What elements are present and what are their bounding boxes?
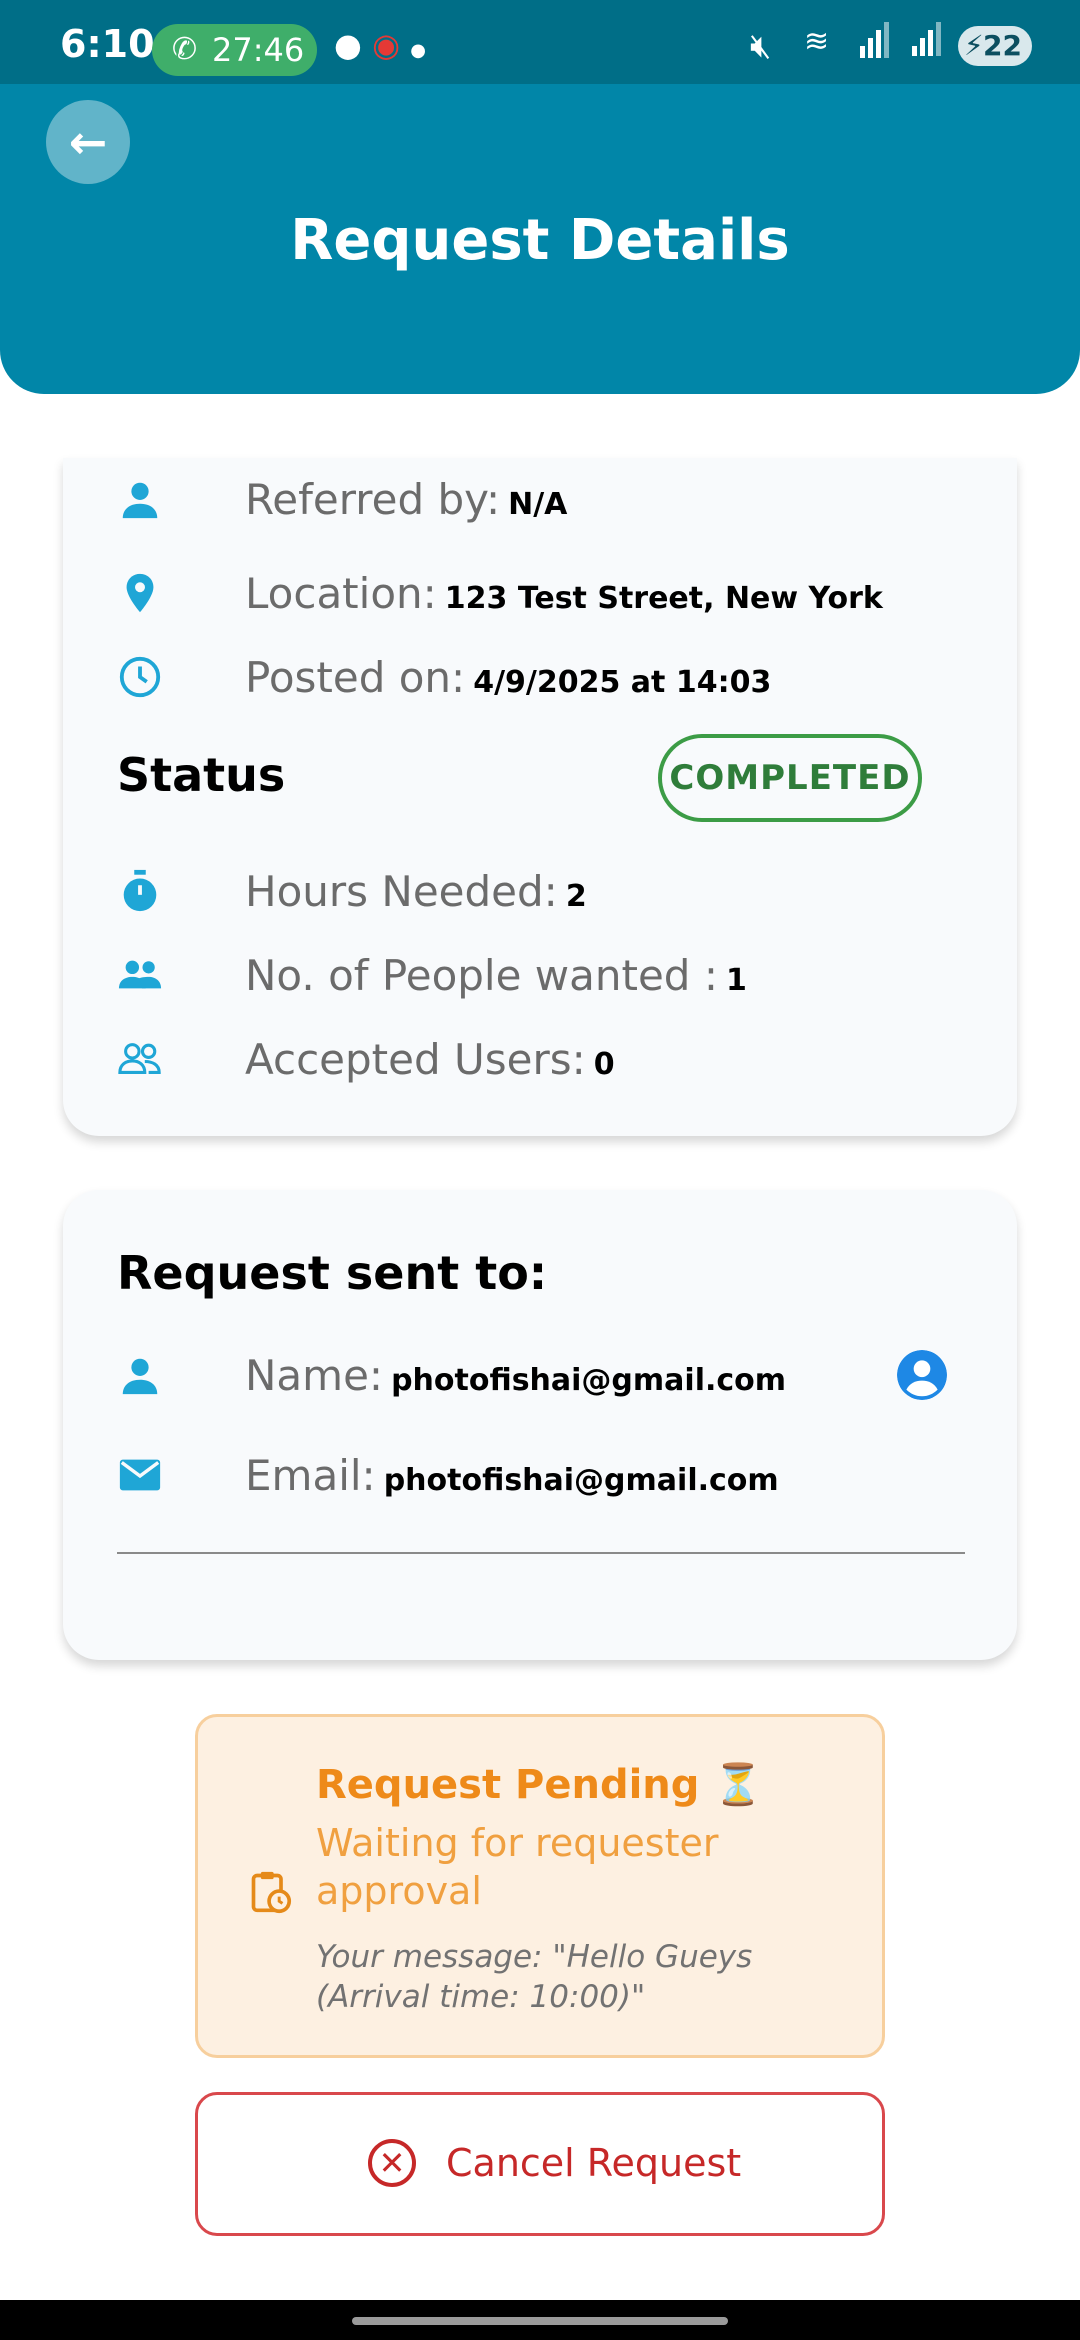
page-title: Request Details <box>290 208 790 273</box>
location-value: 123 Test Street, New York <box>444 581 883 616</box>
phone-icon: ✆ <box>172 32 198 67</box>
person-icon <box>122 1358 158 1395</box>
hours-row: Hours Needed: 2 <box>117 862 997 922</box>
divider <box>117 1552 965 1554</box>
charging-icon: ⚡ <box>964 29 984 62</box>
pending-message: Your message: "Hello Gueys (Arrival time… <box>316 1939 753 2015</box>
pending-subtitle: Waiting for requester approval <box>316 1821 719 1913</box>
system-navigation-bar <box>0 2300 1080 2340</box>
accepted-value: 0 <box>593 1047 615 1082</box>
battery-level: 22 <box>983 29 1022 62</box>
app-notification-icon: ◉ <box>372 26 401 64</box>
group-outline-icon <box>118 1043 161 1074</box>
email-label: Email: <box>245 1451 376 1500</box>
clock: 6:10 <box>60 22 155 66</box>
cancel-request-label: Cancel Request <box>446 2141 742 2185</box>
accepted-label: Accepted Users: <box>245 1035 586 1084</box>
people-value: 1 <box>725 963 747 998</box>
location-icon: ● <box>334 26 362 64</box>
back-button[interactable]: ← <box>46 100 130 184</box>
person-icon <box>122 482 158 519</box>
location-pin-icon <box>126 573 154 613</box>
mute-icon: 🔇︎ <box>750 26 772 66</box>
clock-icon <box>119 656 161 698</box>
system-icons: 🔇︎ ≋ ⚡ 22 <box>750 20 1080 70</box>
hours-label: Hours Needed: <box>245 867 558 916</box>
battery-indicator: ⚡ 22 <box>958 26 1032 66</box>
signal-icon <box>860 22 892 58</box>
cancel-circle-icon: ✕ <box>368 2139 416 2187</box>
request-details-card: Referred by: N/A Location: 123 Test Street… <box>63 458 1017 1136</box>
recipient-name-row: Name: photofishai@gmail.com <box>117 1346 897 1406</box>
people-row: No. of People wanted :1 <box>117 946 997 1006</box>
ongoing-call-chip[interactable]: ✆ 27:46 <box>152 24 317 76</box>
posted-on-label: Posted on: <box>245 653 466 702</box>
request-pending-notice: Request Pending ⏳ Waiting for requester … <box>195 1714 885 2058</box>
referred-by-label: Referred by: <box>245 475 501 524</box>
posted-on-value: 4/9/2025 at 14:03 <box>473 665 772 700</box>
location-label: Location: <box>245 569 437 618</box>
referred-by-row: Referred by: N/A <box>117 470 997 530</box>
clipboard-clock-icon <box>251 1871 292 1914</box>
mail-icon <box>119 1459 161 1491</box>
wifi-icon: ≋ <box>804 24 830 59</box>
request-recipient-card: Request sent to: Name: photofishai@gmail.… <box>63 1190 1017 1660</box>
account-circle-icon[interactable] <box>897 1350 947 1400</box>
location-row: Location: 123 Test Street, New York <box>117 564 997 624</box>
hours-value: 2 <box>565 879 587 914</box>
cancel-request-button[interactable]: ✕ Cancel Request <box>195 2092 885 2236</box>
more-notifications-dot: ● <box>410 40 426 61</box>
pending-title: Request Pending ⏳ <box>316 1762 764 1808</box>
referred-by-value: N/A <box>508 487 568 522</box>
accepted-row: Accepted Users: 0 <box>117 1030 997 1090</box>
recipient-heading: Request sent to: <box>117 1246 548 1300</box>
name-value: photofishai@gmail.com <box>391 1363 787 1398</box>
recipient-email-row: Email: photofishai@gmail.com <box>117 1446 997 1506</box>
people-label: No. of People wanted : <box>245 951 718 1000</box>
status-heading: Status <box>117 748 286 802</box>
timer-icon <box>123 869 157 912</box>
app-header: ← Request Details <box>0 84 1080 394</box>
name-label: Name: <box>245 1351 384 1400</box>
email-value: photofishai@gmail.com <box>383 1463 779 1498</box>
signal-icon-2 <box>912 22 944 56</box>
status-badge: COMPLETED <box>658 734 922 822</box>
status-bar: 6:10 ✆ 27:46 ● ◉ ● 🔇︎ ≋ ⚡ 22 <box>0 0 1080 84</box>
posted-on-row: Posted on: 4/9/2025 at 14:03 <box>117 648 997 708</box>
notification-icons: ● ◉ ● <box>334 26 426 64</box>
group-icon <box>118 960 162 989</box>
call-duration: 27:46 <box>212 31 305 69</box>
arrow-left-icon: ← <box>68 115 108 169</box>
home-gesture-handle[interactable] <box>352 2317 728 2325</box>
